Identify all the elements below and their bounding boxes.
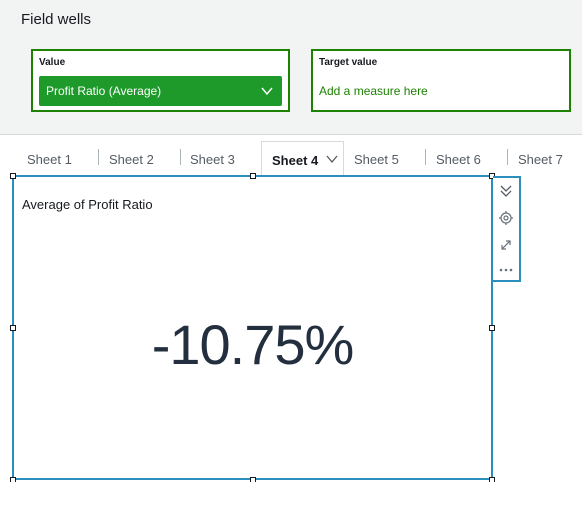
value-well[interactable]: Value Profit Ratio (Average) bbox=[31, 49, 290, 112]
tab-sheet-6[interactable]: Sheet 6 bbox=[436, 152, 481, 167]
profit-ratio-field-pill[interactable]: Profit Ratio (Average) bbox=[39, 76, 282, 106]
tab-sheet-7[interactable]: Sheet 7 bbox=[518, 152, 563, 167]
tab-divider bbox=[180, 149, 181, 165]
target-value-well[interactable]: Target value Add a measure here bbox=[311, 49, 571, 112]
resize-handle-left[interactable] bbox=[10, 325, 16, 331]
tab-sheet-5[interactable]: Sheet 5 bbox=[354, 152, 399, 167]
more-icon[interactable] bbox=[498, 262, 514, 278]
field-wells-title: Field wells bbox=[21, 11, 92, 28]
tab-divider bbox=[507, 149, 508, 165]
resize-handle-top[interactable] bbox=[250, 173, 256, 179]
field-wells-panel: Field wells Value Profit Ratio (Average)… bbox=[0, 0, 582, 134]
collapse-icon[interactable] bbox=[498, 183, 514, 199]
tab-sheet-3[interactable]: Sheet 3 bbox=[190, 152, 235, 167]
resize-handle-top-left[interactable] bbox=[10, 173, 16, 179]
kpi-visual[interactable]: Average of Profit Ratio -10.75% bbox=[12, 175, 493, 480]
canvas-background bbox=[0, 482, 582, 512]
value-well-label: Value bbox=[39, 57, 66, 68]
resize-handle-right[interactable] bbox=[489, 325, 495, 331]
chevron-down-icon[interactable] bbox=[261, 86, 273, 96]
tab-sheet-4-label: Sheet 4 bbox=[272, 153, 319, 168]
tab-divider bbox=[98, 149, 99, 165]
expand-icon[interactable] bbox=[498, 237, 514, 253]
add-measure-link[interactable]: Add a measure here bbox=[319, 84, 428, 98]
tab-divider bbox=[425, 149, 426, 165]
tab-sheet-1[interactable]: Sheet 1 bbox=[27, 152, 72, 167]
sheet-tabs-bar: Sheet 1 Sheet 2 Sheet 3 Sheet 4 Sheet 5 … bbox=[0, 134, 582, 175]
tab-sheet-4[interactable]: Sheet 4 bbox=[261, 141, 344, 175]
chevron-down-icon[interactable] bbox=[326, 155, 338, 163]
target-well-label: Target value bbox=[319, 57, 378, 68]
visual-title: Average of Profit Ratio bbox=[22, 197, 153, 212]
kpi-value: -10.75% bbox=[151, 313, 355, 376]
tab-sheet-2[interactable]: Sheet 2 bbox=[109, 152, 154, 167]
field-pill-label: Profit Ratio (Average) bbox=[46, 84, 162, 98]
gear-icon[interactable] bbox=[498, 210, 514, 226]
visual-toolbar bbox=[493, 176, 521, 282]
